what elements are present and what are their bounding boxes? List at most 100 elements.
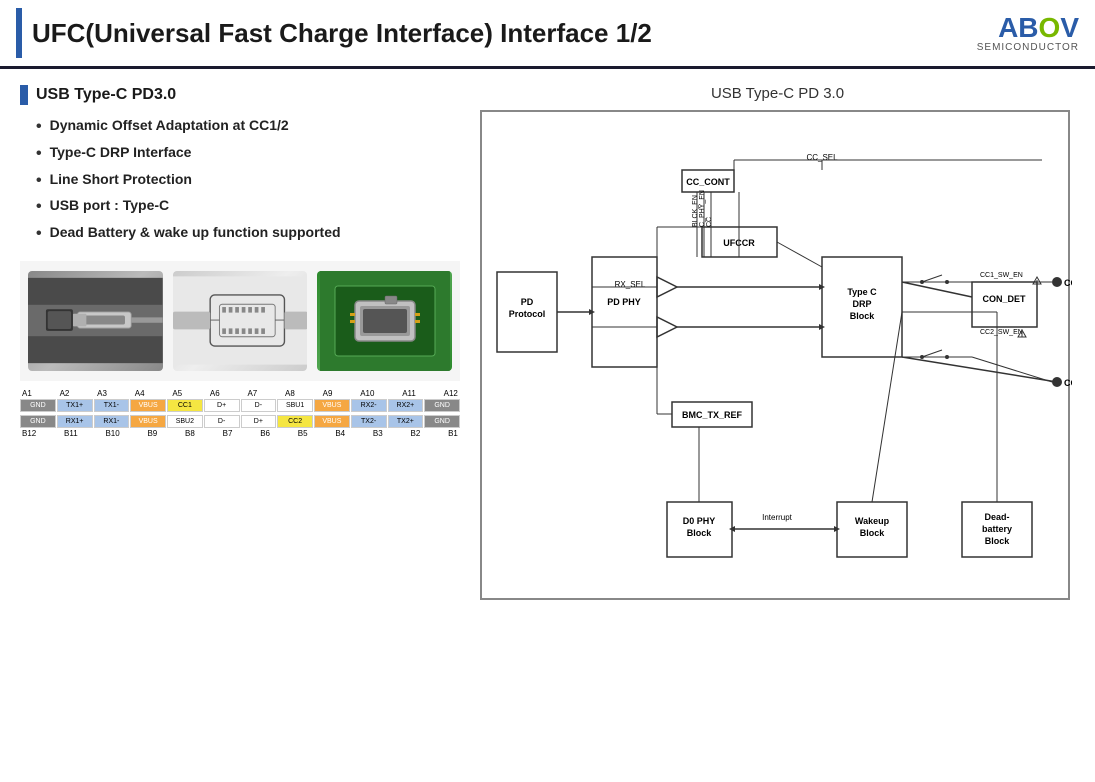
usb-photo <box>28 271 163 371</box>
pin-num: B3 <box>373 429 383 438</box>
svg-text:Block: Block <box>687 528 713 538</box>
logo-a: A <box>998 12 1018 43</box>
block-diagram-svg: PD Protocol PD PHY UFCCR RX_SEL CC_CONT … <box>482 112 1072 602</box>
pin-num: B11 <box>64 429 78 438</box>
pin-cell: VBUS <box>130 399 166 412</box>
svg-text:BMC_TX_REF: BMC_TX_REF <box>682 410 743 420</box>
pin-num: A5 <box>172 389 182 398</box>
svg-text:Interrupt: Interrupt <box>762 513 793 522</box>
left-panel: USB Type-C PD3.0 •Dynamic Offset Adaptat… <box>20 85 460 765</box>
pin-num: B7 <box>223 429 233 438</box>
section-marker <box>20 85 28 105</box>
svg-text:D0 PHY: D0 PHY <box>683 516 716 526</box>
company-logo: ABOV SEMICONDUCTOR <box>977 14 1079 53</box>
svg-text:CC1: CC1 <box>1064 278 1072 288</box>
svg-text:CC1_SW_EN: CC1_SW_EN <box>980 272 1023 279</box>
pin-num: B2 <box>411 429 421 438</box>
pin-num: B1 <box>448 429 458 438</box>
connector-area: A1 A2 A3 A4 A5 A6 A7 A8 A9 A10 A11 A12 G… <box>20 261 460 438</box>
pin-cell: GND <box>20 399 56 412</box>
pin-cell: TX2+ <box>388 415 424 428</box>
pin-num: B8 <box>185 429 195 438</box>
svg-text:CC2: CC2 <box>1064 378 1072 388</box>
svg-text:Type C: Type C <box>847 287 877 297</box>
bullet-dot: • <box>36 224 42 245</box>
pin-num: A2 <box>60 389 70 398</box>
pin-num: A1 <box>22 389 32 398</box>
bullet-text: Dead Battery & wake up function supporte… <box>50 224 341 240</box>
logo-o: O <box>1039 12 1061 43</box>
pin-cell: GND <box>20 415 56 428</box>
pin-cell: D- <box>204 415 240 428</box>
pin-cell: GND <box>424 415 460 428</box>
svg-text:Block: Block <box>985 536 1011 546</box>
pin-cell: SBU2 <box>167 415 203 428</box>
svg-text:battery: battery <box>982 524 1012 534</box>
pin-num: A3 <box>97 389 107 398</box>
bullet-text: USB port : Type-C <box>50 197 170 213</box>
page-title: UFC(Universal Fast Charge Interface) Int… <box>32 18 652 49</box>
pin-num: B12 <box>22 429 36 438</box>
pin-cell: VBUS <box>314 415 350 428</box>
pin-cell: VBUS <box>314 399 350 412</box>
logo-v: V <box>1060 12 1079 43</box>
pin-num: A4 <box>135 389 145 398</box>
logo-b: B <box>1018 12 1038 43</box>
pin-cell: RX1- <box>94 415 130 428</box>
pin-num: A10 <box>360 389 374 398</box>
pin-num: B5 <box>298 429 308 438</box>
usb-sketch <box>173 271 308 371</box>
bullet-dot: • <box>36 117 42 138</box>
pin-cell: CC2 <box>277 415 313 428</box>
feature-list: •Dynamic Offset Adaptation at CC1/2 •Typ… <box>20 117 460 245</box>
pin-table: A1 A2 A3 A4 A5 A6 A7 A8 A9 A10 A11 A12 G… <box>20 389 460 438</box>
svg-text:CC2_SW_EN: CC2_SW_EN <box>980 329 1023 336</box>
bullet-text: Line Short Protection <box>50 171 192 187</box>
bullet-dot: • <box>36 171 42 192</box>
list-item: • Dead Battery & wake up function support… <box>36 224 460 245</box>
pin-cell: TX1+ <box>57 399 93 412</box>
list-item: • Line Short Protection <box>36 171 460 192</box>
pin-cell: TX2- <box>351 415 387 428</box>
page-header: UFC(Universal Fast Charge Interface) Int… <box>0 0 1095 69</box>
usb-pcb <box>317 271 452 371</box>
header-left: UFC(Universal Fast Charge Interface) Int… <box>16 8 652 58</box>
logo-subtitle: SEMICONDUCTOR <box>977 42 1079 53</box>
content-area: USB Type-C PD3.0 •Dynamic Offset Adaptat… <box>0 69 1095 781</box>
list-item: •Type-C DRP Interface <box>36 144 460 165</box>
header-accent-bar <box>16 8 22 58</box>
svg-text:CC_CONT: CC_CONT <box>686 177 730 187</box>
pin-cell: GND <box>424 399 460 412</box>
pin-cell: CC1 <box>167 399 203 412</box>
pin-cell: SBU1 <box>277 399 313 412</box>
connector-images <box>20 261 460 381</box>
list-item: •Dynamic Offset Adaptation at CC1/2 <box>36 117 460 138</box>
svg-text:PD: PD <box>521 297 534 307</box>
svg-text:Block: Block <box>860 528 886 538</box>
pin-cell: RX2+ <box>388 399 424 412</box>
svg-text:BLCK_EN: BLCK_EN <box>692 195 699 227</box>
pin-num: A6 <box>210 389 220 398</box>
svg-text:Protocol: Protocol <box>509 309 546 319</box>
section-title: USB Type-C PD3.0 <box>36 86 176 104</box>
pin-num: B4 <box>335 429 345 438</box>
svg-text:DRP: DRP <box>852 299 871 309</box>
pin-num: B10 <box>105 429 119 438</box>
right-panel: USB Type-C PD 3.0 PD Protocol PD PHY UFC… <box>480 85 1075 765</box>
pin-num: B9 <box>147 429 157 438</box>
svg-text:Dead-: Dead- <box>984 512 1009 522</box>
pin-cell: D+ <box>241 415 277 428</box>
pin-cell: RX1+ <box>57 415 93 428</box>
pin-cell: D+ <box>204 399 240 412</box>
pin-cell: TX1- <box>94 399 130 412</box>
pin-num: A7 <box>247 389 257 398</box>
bullet-dot: • <box>36 144 42 165</box>
diagram-title: USB Type-C PD 3.0 <box>480 85 1075 102</box>
svg-text:CON_DET: CON_DET <box>982 294 1026 304</box>
svg-text:Block: Block <box>850 311 876 321</box>
pin-num: A8 <box>285 389 295 398</box>
svg-text:PD PHY: PD PHY <box>607 297 641 307</box>
pin-num: A12 <box>444 389 458 398</box>
svg-text:RX_SEL: RX_SEL <box>615 280 646 289</box>
pin-cell: RX2- <box>351 399 387 412</box>
